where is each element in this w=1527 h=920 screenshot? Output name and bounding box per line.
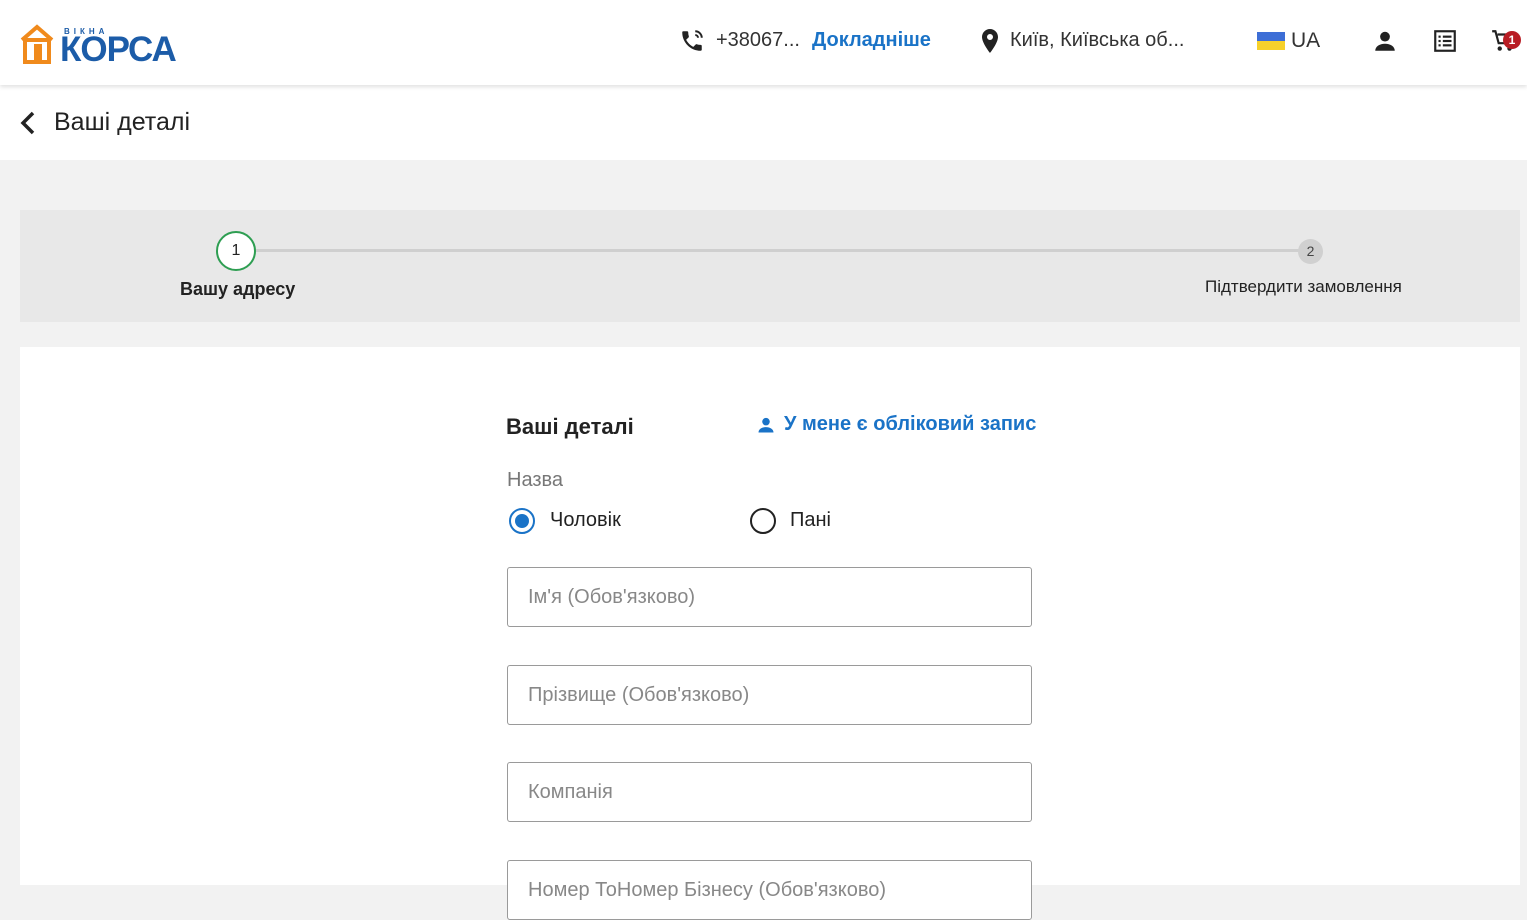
- checkout-stepper: 1 Вашу адресу 2 Підтвердити замовлення: [20, 210, 1520, 322]
- page-subheader: Ваші деталі: [0, 85, 1527, 160]
- site-header: ВІКНА КОРСА +38067... Докладніше Київ, К…: [0, 0, 1527, 85]
- radio-male-label[interactable]: Чоловік: [550, 509, 621, 532]
- logo-wordmark: КОРСА: [60, 30, 177, 69]
- step-2-indicator: 2: [1298, 239, 1323, 264]
- page-title: Ваші деталі: [54, 108, 191, 136]
- phone-icon: [682, 30, 703, 51]
- details-link[interactable]: Докладніше: [812, 29, 931, 52]
- business-number-input[interactable]: [507, 860, 1032, 920]
- last-name-input[interactable]: [507, 665, 1032, 725]
- step-1-indicator: 1: [216, 231, 256, 271]
- first-name-input[interactable]: [507, 567, 1032, 627]
- details-form: Ваші деталі У мене є обліковий запис Наз…: [20, 347, 1520, 920]
- radio-male[interactable]: [509, 508, 535, 534]
- logo[interactable]: ВІКНА КОРСА: [20, 24, 210, 69]
- user-icon[interactable]: [1372, 28, 1398, 54]
- radio-female-label[interactable]: Пані: [790, 509, 831, 532]
- phone-number[interactable]: +38067...: [716, 29, 800, 52]
- language-selector[interactable]: UA: [1291, 29, 1320, 53]
- company-input[interactable]: [507, 762, 1032, 822]
- form-title: Ваші деталі: [506, 414, 634, 439]
- back-chevron-icon[interactable]: [18, 110, 38, 136]
- step-2-label: Підтвердити замовлення: [1205, 277, 1402, 296]
- house-logo-icon: [20, 24, 54, 64]
- step-1-label: Вашу адресу: [180, 279, 296, 299]
- order-list-icon[interactable]: [1432, 28, 1458, 54]
- ukraine-flag-icon: [1257, 32, 1285, 50]
- account-person-icon: [758, 417, 774, 433]
- cart-count-badge: 1: [1503, 31, 1521, 49]
- have-account-link[interactable]: У мене є обліковий запис: [784, 413, 1036, 436]
- stepper-track: [256, 249, 1310, 252]
- location-pin-icon: [982, 29, 998, 53]
- salutation-label: Назва: [507, 469, 564, 491]
- city-selector[interactable]: Київ, Київська об...: [1010, 29, 1184, 52]
- radio-female[interactable]: [750, 508, 776, 534]
